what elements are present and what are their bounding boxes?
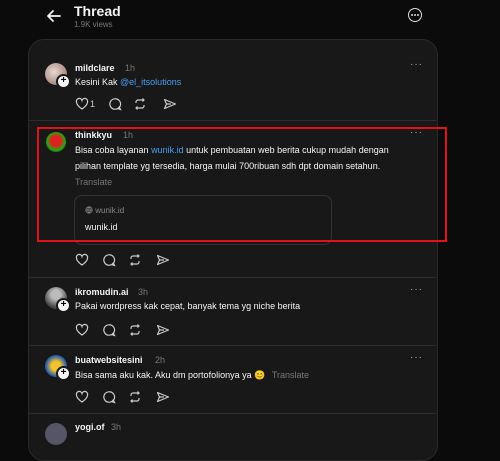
comment-icon[interactable] [108, 97, 122, 111]
divider [28, 345, 436, 346]
share-icon[interactable] [156, 253, 170, 267]
more-options-icon[interactable] [408, 8, 422, 22]
avatar[interactable] [45, 423, 67, 445]
comment-icon[interactable] [102, 390, 116, 404]
page-title: Thread [74, 3, 121, 19]
comment-icon[interactable] [102, 253, 116, 267]
follow-plus-icon[interactable]: + [56, 74, 71, 89]
timestamp: 1h [125, 63, 136, 73]
like-count: 1 [90, 99, 96, 109]
post-text: Pakai wordpress kak cepat, banyak tema y… [75, 301, 301, 311]
highlight-box [37, 127, 447, 242]
divider [28, 277, 436, 278]
view-count: 1.9K views [74, 20, 113, 29]
repost-icon[interactable] [128, 323, 142, 337]
timestamp: 3h [111, 422, 122, 432]
repost-icon[interactable] [128, 253, 142, 267]
divider [28, 120, 436, 121]
like-icon[interactable] [75, 253, 89, 267]
header: Thread 1.9K views [0, 0, 500, 40]
post-text: Bisa sama aku kak. Aku dm portofolionya … [75, 370, 309, 380]
back-arrow-icon[interactable] [44, 6, 64, 26]
timestamp: 3h [138, 287, 149, 297]
post-text: Kesini Kak @el_itsolutions [75, 77, 182, 87]
like-icon[interactable] [75, 390, 89, 404]
comment-icon[interactable] [102, 323, 116, 337]
divider [28, 413, 436, 414]
username[interactable]: mildclare [75, 63, 115, 73]
share-icon[interactable] [156, 390, 170, 404]
like-icon[interactable] [75, 97, 89, 111]
more-icon[interactable]: ··· [410, 352, 423, 363]
share-icon[interactable] [156, 323, 170, 337]
username[interactable]: ikromudin.ai [75, 287, 129, 297]
follow-plus-icon[interactable]: + [56, 298, 71, 313]
username[interactable]: buatwebsitesini [75, 355, 143, 365]
repost-icon[interactable] [128, 390, 142, 404]
more-icon[interactable]: ··· [410, 59, 423, 70]
share-icon[interactable] [163, 97, 177, 111]
more-icon[interactable]: ··· [410, 284, 423, 295]
repost-icon[interactable] [133, 97, 147, 111]
mention-link[interactable]: @el_itsolutions [120, 77, 181, 87]
username[interactable]: yogi.of [75, 422, 105, 432]
translate-link[interactable]: Translate [272, 370, 309, 380]
timestamp: 2h [155, 355, 166, 365]
like-icon[interactable] [75, 323, 89, 337]
follow-plus-icon[interactable]: + [56, 366, 71, 381]
